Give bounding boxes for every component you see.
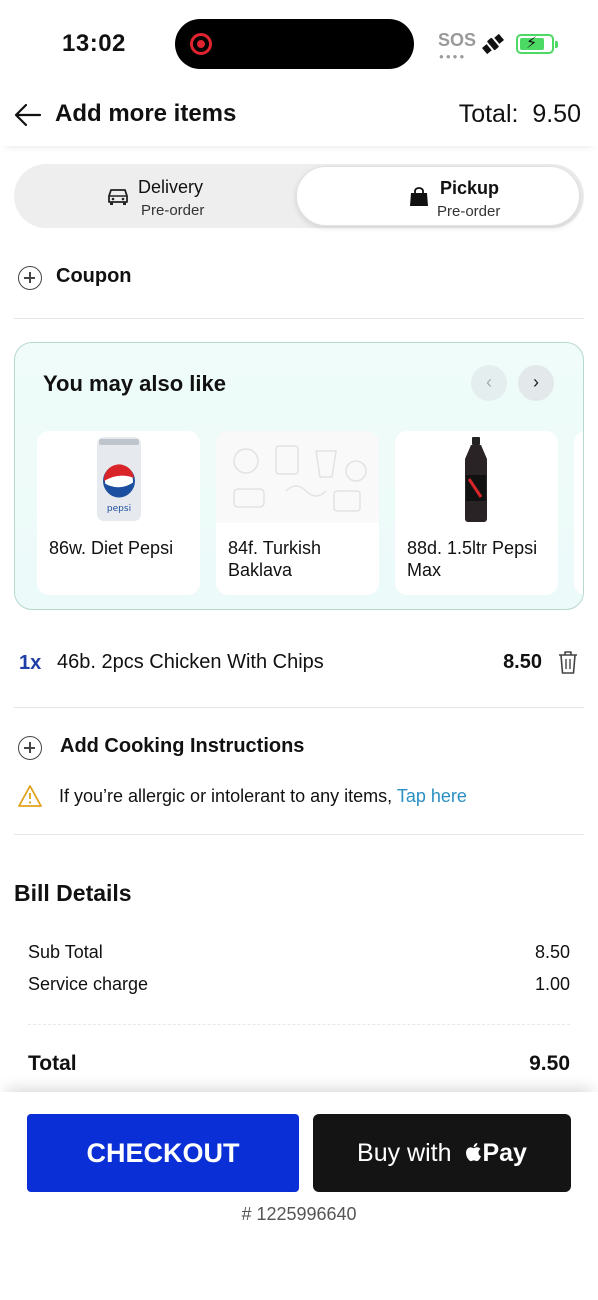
suggestion-item[interactable]: 88d. 1.5ltr Pepsi Max — [395, 431, 558, 595]
cooking-instructions-row[interactable]: Add Cooking Instructions — [14, 728, 584, 768]
item-quantity[interactable]: 1x — [19, 652, 41, 675]
delivery-option[interactable]: Delivery Pre-order — [16, 166, 300, 226]
dashed-divider — [28, 1024, 570, 1025]
car-icon — [108, 189, 128, 205]
diet-pepsi-can-image: pepsi — [97, 437, 141, 521]
warning-icon — [18, 785, 42, 807]
carousel-prev-button[interactable]: ‹ — [471, 365, 507, 401]
bill-total-value: 9.50 — [529, 1052, 570, 1075]
coupon-label: Coupon — [56, 265, 132, 287]
page-title: Add more items — [55, 100, 237, 127]
suggestion-name: 88d. 1.5ltr Pepsi Max — [407, 538, 538, 580]
trash-icon[interactable] — [556, 649, 580, 675]
item-price: 8.50 — [503, 651, 542, 673]
bill-row-subtotal: Sub Total 8.50 — [28, 942, 570, 968]
suggestions-card: You may also like ‹ › pepsi 86w. Diet Pe… — [14, 342, 584, 610]
suggestion-item[interactable]: 84f. Turkish Baklava — [216, 431, 379, 595]
bill-total-row: Total 9.50 — [28, 1052, 570, 1082]
status-time: 13:02 — [62, 30, 126, 57]
signal-dots: ●●●● — [439, 52, 467, 61]
sos-indicator: SOS — [438, 30, 477, 50]
item-name: 46b. 2pcs Chicken With Chips — [57, 651, 324, 673]
cart-item-row: 1x 46b. 2pcs Chicken With Chips 8.50 — [14, 642, 584, 684]
checkout-footer: CHECKOUT Buy with Pay # 1225996640 — [0, 1092, 598, 1300]
bill-details-title: Bill Details — [14, 880, 132, 906]
bill-row-label: Service charge — [28, 974, 149, 994]
pepsi-max-bottle-image — [465, 437, 487, 522]
plus-circle-icon — [18, 736, 42, 760]
plus-circle-icon — [18, 266, 42, 290]
divider — [14, 318, 584, 319]
coupon-row[interactable]: Coupon — [14, 258, 584, 298]
allergy-notice: If you’re allergic or intolerant to any … — [14, 782, 584, 812]
back-arrow-icon[interactable] — [14, 102, 42, 128]
apple-pay-suffix: Pay — [482, 1138, 527, 1167]
suggestion-name: 84f. Turkish Baklava — [228, 538, 322, 580]
bill-row-value: 1.00 — [534, 974, 570, 994]
divider — [14, 834, 584, 835]
pickup-option[interactable]: Pickup Pre-order — [296, 166, 580, 226]
suggestion-name: 86w. Diet Pepsi — [49, 538, 174, 558]
suggestion-item-partial[interactable] — [574, 431, 583, 595]
suggestion-item[interactable]: pepsi 86w. Diet Pepsi — [37, 431, 200, 595]
bill-total-label: Total — [28, 1052, 77, 1075]
bag-icon — [410, 187, 428, 206]
allergy-message: If you’re allergic or intolerant to any … — [59, 786, 397, 806]
carousel-next-button[interactable]: › — [518, 365, 554, 401]
delivery-label: Delivery — [138, 177, 204, 197]
status-bar: 13:02 SOS ●●●● ⚡ — [0, 0, 598, 90]
food-pattern-placeholder-image — [216, 431, 379, 523]
delivery-sublabel: Pre-order — [141, 202, 205, 219]
pickup-sublabel: Pre-order — [437, 203, 501, 220]
cooking-instructions-label: Add Cooking Instructions — [60, 735, 305, 757]
svg-text:pepsi: pepsi — [107, 504, 131, 514]
allergy-text: If you’re allergic or intolerant to any … — [59, 786, 467, 807]
header-total: Total: 9.50 — [458, 100, 581, 128]
apple-pay-prefix: Buy with — [357, 1138, 459, 1167]
order-id: # 1225996640 — [241, 1204, 357, 1224]
satellite-icon — [482, 33, 504, 55]
pickup-label: Pickup — [440, 178, 500, 198]
bill-row-value: 8.50 — [534, 942, 570, 962]
bill-row-service-charge: Service charge 1.00 — [28, 974, 570, 1000]
order-mode-toggle: Delivery Pre-order Pickup Pre-order — [14, 164, 584, 228]
dynamic-island — [175, 19, 414, 69]
bill-row-label: Sub Total — [28, 942, 103, 962]
checkout-button[interactable]: CHECKOUT — [27, 1114, 299, 1192]
apple-logo-icon — [466, 1142, 482, 1161]
allergy-tap-here-link[interactable]: Tap here — [397, 786, 467, 806]
recording-icon — [190, 33, 212, 55]
suggestions-title: You may also like — [43, 371, 227, 396]
top-bar: Add more items Total: 9.50 — [0, 90, 598, 146]
divider — [14, 707, 584, 708]
apple-pay-button[interactable]: Buy with Pay — [313, 1114, 571, 1192]
battery-charging-icon: ⚡ — [516, 34, 558, 54]
